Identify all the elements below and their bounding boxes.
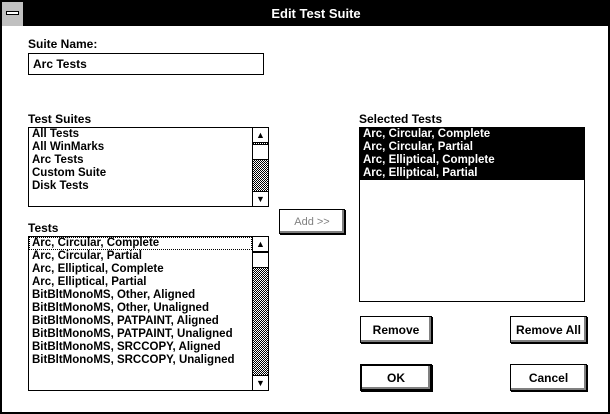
list-item[interactable]: Arc, Circular, Complete [29, 237, 252, 250]
tests-listbox[interactable]: Arc, Circular, Complete Arc, Circular, P… [28, 236, 269, 391]
remove-all-button[interactable]: Remove All [510, 316, 587, 343]
suite-name-label: Suite Name: [28, 37, 98, 51]
list-item[interactable]: Arc, Elliptical, Complete [29, 263, 252, 276]
list-item[interactable]: Arc, Circular, Partial [360, 141, 584, 154]
ok-button[interactable]: OK [360, 364, 432, 391]
test-suites-label: Test Suites [28, 112, 92, 126]
scroll-down-arrow-icon[interactable]: ▼ [253, 191, 268, 206]
tests-label: Tests [28, 221, 59, 235]
list-item[interactable]: BitBltMonoMS, SRCCOPY, Unaligned [29, 354, 252, 367]
list-item[interactable]: Custom Suite [29, 167, 252, 180]
scroll-thumb[interactable] [253, 144, 268, 160]
list-item[interactable]: BitBltMonoMS, PATPAINT, Unaligned [29, 328, 252, 341]
tests-scrollbar[interactable]: ▲ ▼ [252, 237, 268, 390]
add-button[interactable]: Add >> [279, 209, 345, 234]
list-item[interactable]: BitBltMonoMS, PATPAINT, Aligned [29, 315, 252, 328]
title-bar: Edit Test Suite [2, 2, 608, 26]
list-item[interactable]: All Tests [29, 128, 252, 141]
list-item[interactable]: BitBltMonoMS, SRCCOPY, Aligned [29, 341, 252, 354]
list-item[interactable]: All WinMarks [29, 141, 252, 154]
scroll-thumb[interactable] [253, 252, 268, 268]
scroll-up-arrow-icon[interactable]: ▲ [253, 128, 268, 143]
edit-test-suite-dialog: Edit Test Suite Suite Name: Arc Tests Te… [0, 0, 610, 414]
list-item[interactable]: BitBltMonoMS, Other, Unaligned [29, 302, 252, 315]
list-item[interactable]: Arc, Elliptical, Partial [29, 276, 252, 289]
list-item[interactable]: Arc, Elliptical, Complete [360, 154, 584, 167]
test-suites-listbox[interactable]: All Tests All WinMarks Arc Tests Custom … [28, 127, 269, 207]
test-suites-scrollbar[interactable]: ▲ ▼ [252, 128, 268, 206]
list-item[interactable]: Disk Tests [29, 180, 252, 193]
scroll-down-arrow-icon[interactable]: ▼ [253, 375, 268, 390]
list-item[interactable]: BitBltMonoMS, Other, Aligned [29, 289, 252, 302]
list-item[interactable]: Arc Tests [29, 154, 252, 167]
cancel-button[interactable]: Cancel [510, 364, 587, 391]
window-title: Edit Test Suite [271, 6, 361, 21]
scroll-up-arrow-icon[interactable]: ▲ [253, 237, 268, 252]
list-item[interactable]: Arc, Elliptical, Partial [360, 167, 584, 180]
selected-tests-label: Selected Tests [359, 112, 443, 126]
system-menu-icon[interactable] [2, 2, 24, 26]
list-item[interactable]: Arc, Circular, Complete [360, 128, 584, 141]
suite-name-input[interactable]: Arc Tests [28, 53, 264, 75]
selected-tests-listbox[interactable]: Arc, Circular, Complete Arc, Circular, P… [359, 127, 585, 302]
list-item[interactable]: Arc, Circular, Partial [29, 250, 252, 263]
remove-button[interactable]: Remove [360, 316, 432, 343]
